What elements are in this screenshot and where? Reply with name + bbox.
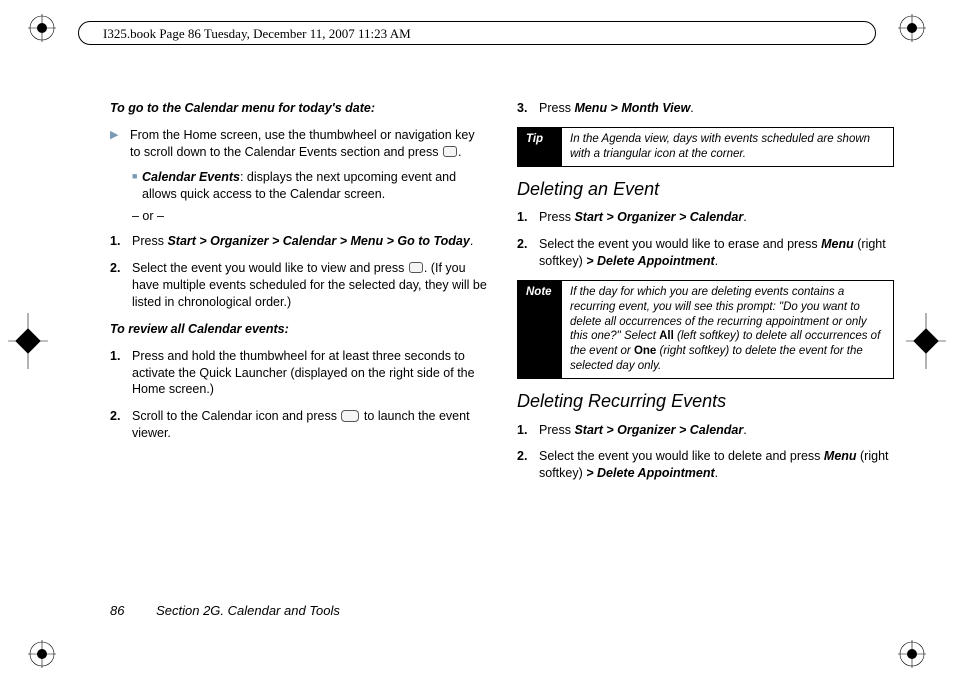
text: .: [458, 145, 461, 159]
list-number: 1.: [110, 233, 132, 250]
t: Select the event you would like to view …: [132, 261, 408, 275]
note-label: Note: [518, 281, 562, 379]
t: Press: [539, 210, 574, 224]
crop-mark-bottom-left: [22, 634, 62, 674]
ordered-list: 1. Press and hold the thumbwheel for at …: [110, 348, 487, 442]
b: Menu: [821, 237, 854, 251]
t: Scroll to the Calendar icon and press: [132, 409, 340, 423]
t: .: [715, 254, 718, 268]
note-callout: Note If the day for which you are deleti…: [517, 280, 894, 380]
b: Menu: [824, 449, 857, 463]
b: > Delete Appointment: [586, 466, 714, 480]
ok-key-icon: [409, 262, 423, 273]
ordered-list: 1. Press Start > Organizer > Calendar > …: [110, 233, 487, 311]
section-heading: Deleting Recurring Events: [517, 389, 894, 413]
text: Select the event you would like to erase…: [539, 236, 894, 270]
crop-mark-bottom-right: [892, 634, 932, 674]
t: Press: [539, 101, 574, 115]
list-item: 2. Scroll to the Calendar icon and press…: [110, 408, 487, 442]
left-column: To go to the Calendar menu for today's d…: [110, 100, 487, 582]
arrow-text: From the Home screen, use the thumbwheel…: [130, 127, 487, 161]
ordered-list: 1. Press Start > Organizer > Calendar. 2…: [517, 422, 894, 483]
text: From the Home screen, use the thumbwheel…: [130, 128, 475, 159]
instr-heading: To go to the Calendar menu for today's d…: [110, 100, 487, 117]
sub-bullet: ■ Calendar Events: displays the next upc…: [132, 169, 487, 203]
list-number: 1.: [110, 348, 132, 399]
path: Start > Organizer > Calendar: [574, 423, 743, 437]
t: .: [470, 234, 473, 248]
ok-key-icon: [443, 146, 457, 157]
list-number: 2.: [517, 236, 539, 270]
label: Calendar Events: [142, 170, 240, 184]
list-item: 1. Press Start > Organizer > Calendar.: [517, 209, 894, 226]
section-name: Section 2G. Calendar and Tools: [156, 603, 340, 618]
path: Start > Organizer > Calendar: [574, 210, 743, 224]
text: Press Start > Organizer > Calendar.: [539, 422, 747, 439]
crop-mark-top-left: [22, 8, 62, 48]
arrow-icon: ▶: [110, 127, 130, 161]
crop-mark-top-right: [892, 8, 932, 48]
ordered-list: 1. Press Start > Organizer > Calendar. 2…: [517, 209, 894, 270]
path: Menu > Month View: [574, 101, 690, 115]
t: .: [715, 466, 718, 480]
list-number: 2.: [517, 448, 539, 482]
tip-label: Tip: [518, 128, 562, 166]
t: .: [743, 210, 746, 224]
ordered-list-cont: 3. Press Menu > Month View.: [517, 100, 894, 117]
tip-callout: Tip In the Agenda view, days with events…: [517, 127, 894, 167]
crop-mark-mid-right: [896, 311, 946, 371]
t: .: [690, 101, 693, 115]
list-item: 2. Select the event you would like to vi…: [110, 260, 487, 311]
path: Start > Organizer > Calendar > Menu > Go…: [167, 234, 469, 248]
page-number: 86: [110, 603, 124, 618]
or-separator: – or –: [132, 208, 487, 225]
header-text: I325.book Page 86 Tuesday, December 11, …: [103, 26, 411, 41]
b: One: [634, 345, 656, 357]
page-body: To go to the Calendar menu for today's d…: [110, 100, 894, 582]
text: Press Start > Organizer > Calendar.: [539, 209, 747, 226]
sub-text: Calendar Events: displays the next upcom…: [142, 169, 487, 203]
ok-key-icon: [341, 410, 359, 422]
text: Select the event you would like to delet…: [539, 448, 894, 482]
list-number: 3.: [517, 100, 539, 117]
list-item: 1. Press Start > Organizer > Calendar > …: [110, 233, 487, 250]
list-item: 1. Press Start > Organizer > Calendar.: [517, 422, 894, 439]
list-item: 3. Press Menu > Month View.: [517, 100, 894, 117]
tip-text: In the Agenda view, days with events sch…: [562, 128, 893, 166]
list-number: 1.: [517, 209, 539, 226]
note-text: If the day for which you are deleting ev…: [562, 281, 893, 379]
list-item: 2. Select the event you would like to de…: [517, 448, 894, 482]
list-item: 2. Select the event you would like to er…: [517, 236, 894, 270]
list-number: 2.: [110, 408, 132, 442]
t: Select the event you would like to delet…: [539, 449, 824, 463]
text: Press Start > Organizer > Calendar > Men…: [132, 233, 473, 250]
t: .: [743, 423, 746, 437]
list-number: 1.: [517, 422, 539, 439]
right-column: 3. Press Menu > Month View. Tip In the A…: [517, 100, 894, 582]
b: All: [659, 330, 674, 342]
page-header: I325.book Page 86 Tuesday, December 11, …: [78, 21, 876, 45]
text: Scroll to the Calendar icon and press to…: [132, 408, 487, 442]
arrow-step: ▶ From the Home screen, use the thumbwhe…: [110, 127, 487, 161]
text: Press Menu > Month View.: [539, 100, 694, 117]
section-heading: Deleting an Event: [517, 177, 894, 201]
t: Select the event you would like to erase…: [539, 237, 821, 251]
text: Select the event you would like to view …: [132, 260, 487, 311]
t: Press: [539, 423, 574, 437]
text: Press and hold the thumbwheel for at lea…: [132, 348, 487, 399]
b: > Delete Appointment: [586, 254, 714, 268]
list-number: 2.: [110, 260, 132, 311]
list-item: 1. Press and hold the thumbwheel for at …: [110, 348, 487, 399]
instr-heading: To review all Calendar events:: [110, 321, 487, 338]
crop-mark-mid-left: [8, 311, 58, 371]
square-icon: ■: [132, 169, 142, 203]
page-footer: 86 Section 2G. Calendar and Tools: [110, 603, 340, 618]
t: Press: [132, 234, 167, 248]
